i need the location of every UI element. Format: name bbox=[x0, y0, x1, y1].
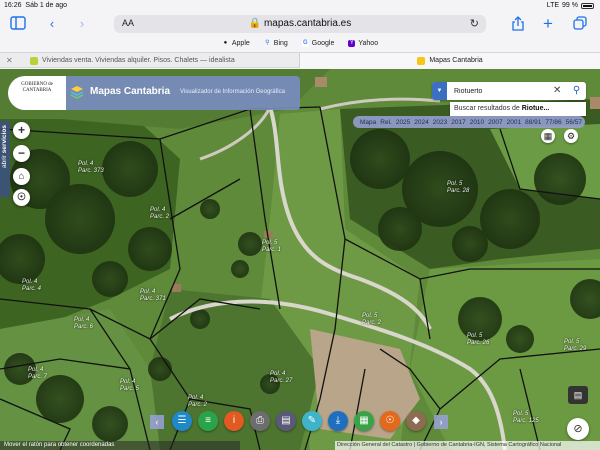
timeline-item[interactable]: 2024 bbox=[412, 119, 430, 126]
target-icon[interactable]: ☉ bbox=[380, 411, 400, 431]
status-indicators: LTE 99 % bbox=[547, 2, 594, 9]
legend-icon[interactable]: ▤ bbox=[568, 386, 588, 404]
google-icon: G bbox=[301, 39, 309, 47]
home-icon[interactable]: ⌂ bbox=[13, 168, 30, 185]
coordinates-readout: Mover el ratón para obtener coordenadas bbox=[0, 441, 240, 450]
download-icon[interactable]: ⤓ bbox=[328, 411, 348, 431]
reload-icon[interactable]: ↻ bbox=[470, 17, 479, 30]
document-icon[interactable]: ▤ bbox=[276, 411, 296, 431]
parcel-label: Pol. 4 Parc. 7 bbox=[28, 367, 48, 380]
timeline-item[interactable]: 2025 bbox=[394, 119, 412, 126]
cantabria-favicon bbox=[417, 56, 426, 65]
close-tab-icon[interactable]: ✕ bbox=[6, 56, 13, 65]
search-box: ▼ ✕ ⚲ bbox=[432, 82, 586, 100]
map-viewport[interactable]: Pol. 4 Parc. 373 Pol. 4 Parc. 2 Pol. 4 Parc… bbox=[0, 69, 600, 450]
new-tab-icon[interactable]: + bbox=[540, 15, 556, 32]
forward-icon[interactable]: › bbox=[74, 16, 90, 32]
tab-idealista[interactable]: ✕ Viviendas venta. Viviendas alquiler. P… bbox=[0, 53, 300, 68]
hide-eye-icon[interactable]: ⊘ bbox=[567, 418, 589, 440]
info-icon[interactable]: i bbox=[224, 411, 244, 431]
address-bar[interactable]: AA 🔒 mapas.cantabria.es ↻ bbox=[114, 15, 486, 33]
status-time-date: 16:26 Sáb 1 de ago bbox=[4, 2, 68, 9]
favorites-bar: ● Apple ⚲ Bing G Google Y Yahoo bbox=[0, 37, 600, 49]
search-suggestion[interactable]: Buscar resultados de Riotue... bbox=[450, 102, 586, 116]
app-title: Mapas Cantabria bbox=[90, 86, 171, 97]
toolbar-next-icon[interactable]: › bbox=[434, 415, 448, 429]
status-bar: 16:26 Sáb 1 de ago LTE 99 % bbox=[0, 0, 600, 12]
parcel-label: Pol. 4 Parc. 5 bbox=[120, 379, 140, 392]
print-icon[interactable]: ⎙ bbox=[250, 411, 270, 431]
layers-icon[interactable]: ☰ bbox=[172, 411, 192, 431]
timeline-item[interactable]: 56/57 bbox=[564, 119, 584, 126]
imagery-timeline: Mapa Rel. 2025 2024 2023 2017 2010 2007 … bbox=[353, 116, 585, 128]
idealista-favicon bbox=[30, 56, 38, 65]
map-attribution: Dirección General del Catastro | Gobiern… bbox=[335, 441, 600, 450]
sidebar-icon[interactable] bbox=[10, 16, 26, 32]
tabs-overview-icon[interactable] bbox=[572, 16, 588, 32]
search-input[interactable] bbox=[454, 86, 550, 97]
parcel-label: Pol. 4 Parc. 2 bbox=[150, 207, 170, 220]
parcel-label: Pol. 5 Parc. 1 bbox=[262, 240, 282, 253]
favorite-apple[interactable]: ● Apple bbox=[222, 40, 250, 47]
measure-icon[interactable]: ✎ bbox=[302, 411, 322, 431]
parcel-label: Pol. 5 Parc. 125 bbox=[513, 411, 539, 424]
timeline-item[interactable]: 2017 bbox=[449, 119, 467, 126]
app-header: GOBIERNO de CANTABRIA Mapas Cantabria Vi… bbox=[8, 76, 300, 110]
timeline-item[interactable]: 2007 bbox=[486, 119, 504, 126]
locate-icon[interactable]: ☉ bbox=[13, 189, 30, 206]
timeline-item[interactable]: Rel. bbox=[378, 119, 394, 126]
favorite-yahoo[interactable]: Y Yahoo bbox=[348, 39, 378, 47]
back-icon[interactable]: ‹ bbox=[44, 16, 60, 32]
app-subtitle: Visualizador de Información Geográfica bbox=[180, 89, 285, 95]
clear-search-icon[interactable]: ✕ bbox=[553, 85, 561, 96]
timeline-item[interactable]: 2023 bbox=[431, 119, 449, 126]
timeline-item[interactable]: 2010 bbox=[468, 119, 486, 126]
zoom-in-button[interactable]: + bbox=[13, 122, 30, 139]
timeline-item[interactable]: 88/91 bbox=[523, 119, 543, 126]
parcel-label: Pol. 5 Parc. 28 bbox=[447, 181, 470, 194]
parcel-label: Pol. 5 Parc. 26 bbox=[467, 333, 490, 346]
parcel-label: Pol. 4 Parc. 6 bbox=[74, 317, 94, 330]
search-icon: ⚲ bbox=[265, 39, 270, 46]
settings-icon[interactable]: ⚙ bbox=[564, 129, 578, 143]
timeline-item[interactable]: Mapa bbox=[358, 119, 378, 126]
bottom-toolbar: ‹ ☰ ≡ i ⎙ ▤ ✎ ⤓ ▦ ☉ ◆ › bbox=[150, 411, 450, 433]
yahoo-icon: Y bbox=[348, 39, 356, 47]
toolbar-prev-icon[interactable]: ‹ bbox=[150, 415, 164, 429]
tab-bar: ✕ Viviendas venta. Viviendas alquiler. P… bbox=[0, 52, 600, 68]
parcel-label: Pol. 5 Parc. 29 bbox=[564, 339, 587, 352]
parcel-label: Pol. 5 Parc. 2 bbox=[362, 313, 382, 326]
parcel-label: Pol. 4 Parc. 2 bbox=[188, 395, 208, 408]
apps-grid-icon[interactable]: ▦ bbox=[354, 411, 374, 431]
favorite-google[interactable]: G Google bbox=[301, 39, 334, 47]
timeline-item[interactable]: 77/86 bbox=[543, 119, 563, 126]
tab-mapas-cantabria[interactable]: Mapas Cantabria bbox=[300, 53, 600, 68]
search-type-dropdown[interactable]: ▼ bbox=[432, 82, 447, 100]
search-icon[interactable]: ⚲ bbox=[570, 84, 583, 98]
apple-icon: ● bbox=[223, 39, 228, 46]
battery-icon bbox=[581, 2, 594, 9]
timeline-item[interactable]: 2001 bbox=[505, 119, 523, 126]
parcel-label: Pol. 4 Parc. 4 bbox=[22, 279, 42, 292]
parcel-label: Pol. 4 Parc. 27 bbox=[270, 371, 293, 384]
carrier-label: LTE bbox=[546, 2, 560, 9]
layers-stack-icon bbox=[70, 85, 84, 99]
services-panel-label[interactable]: abrir servicios bbox=[1, 125, 8, 168]
grid-icon[interactable]: ▦ bbox=[541, 129, 555, 143]
url-text: 🔒 mapas.cantabria.es bbox=[248, 18, 352, 29]
parcel-label: Pol. 4 Parc. 373 bbox=[78, 161, 104, 174]
zoom-out-button[interactable]: − bbox=[13, 145, 30, 162]
browser-toolbar: ‹ › AA 🔒 mapas.cantabria.es ↻ + bbox=[0, 12, 600, 36]
parcel-label: Pol. 4 Parc. 371 bbox=[140, 289, 166, 302]
favorite-bing[interactable]: ⚲ Bing bbox=[264, 40, 288, 47]
compass-icon[interactable]: ◆ bbox=[406, 411, 426, 431]
gobierno-cantabria-logo[interactable]: GOBIERNO de CANTABRIA bbox=[8, 76, 66, 110]
share-icon[interactable] bbox=[510, 16, 526, 32]
list-icon[interactable]: ≡ bbox=[198, 411, 218, 431]
battery-percent: 99 % bbox=[562, 2, 578, 9]
